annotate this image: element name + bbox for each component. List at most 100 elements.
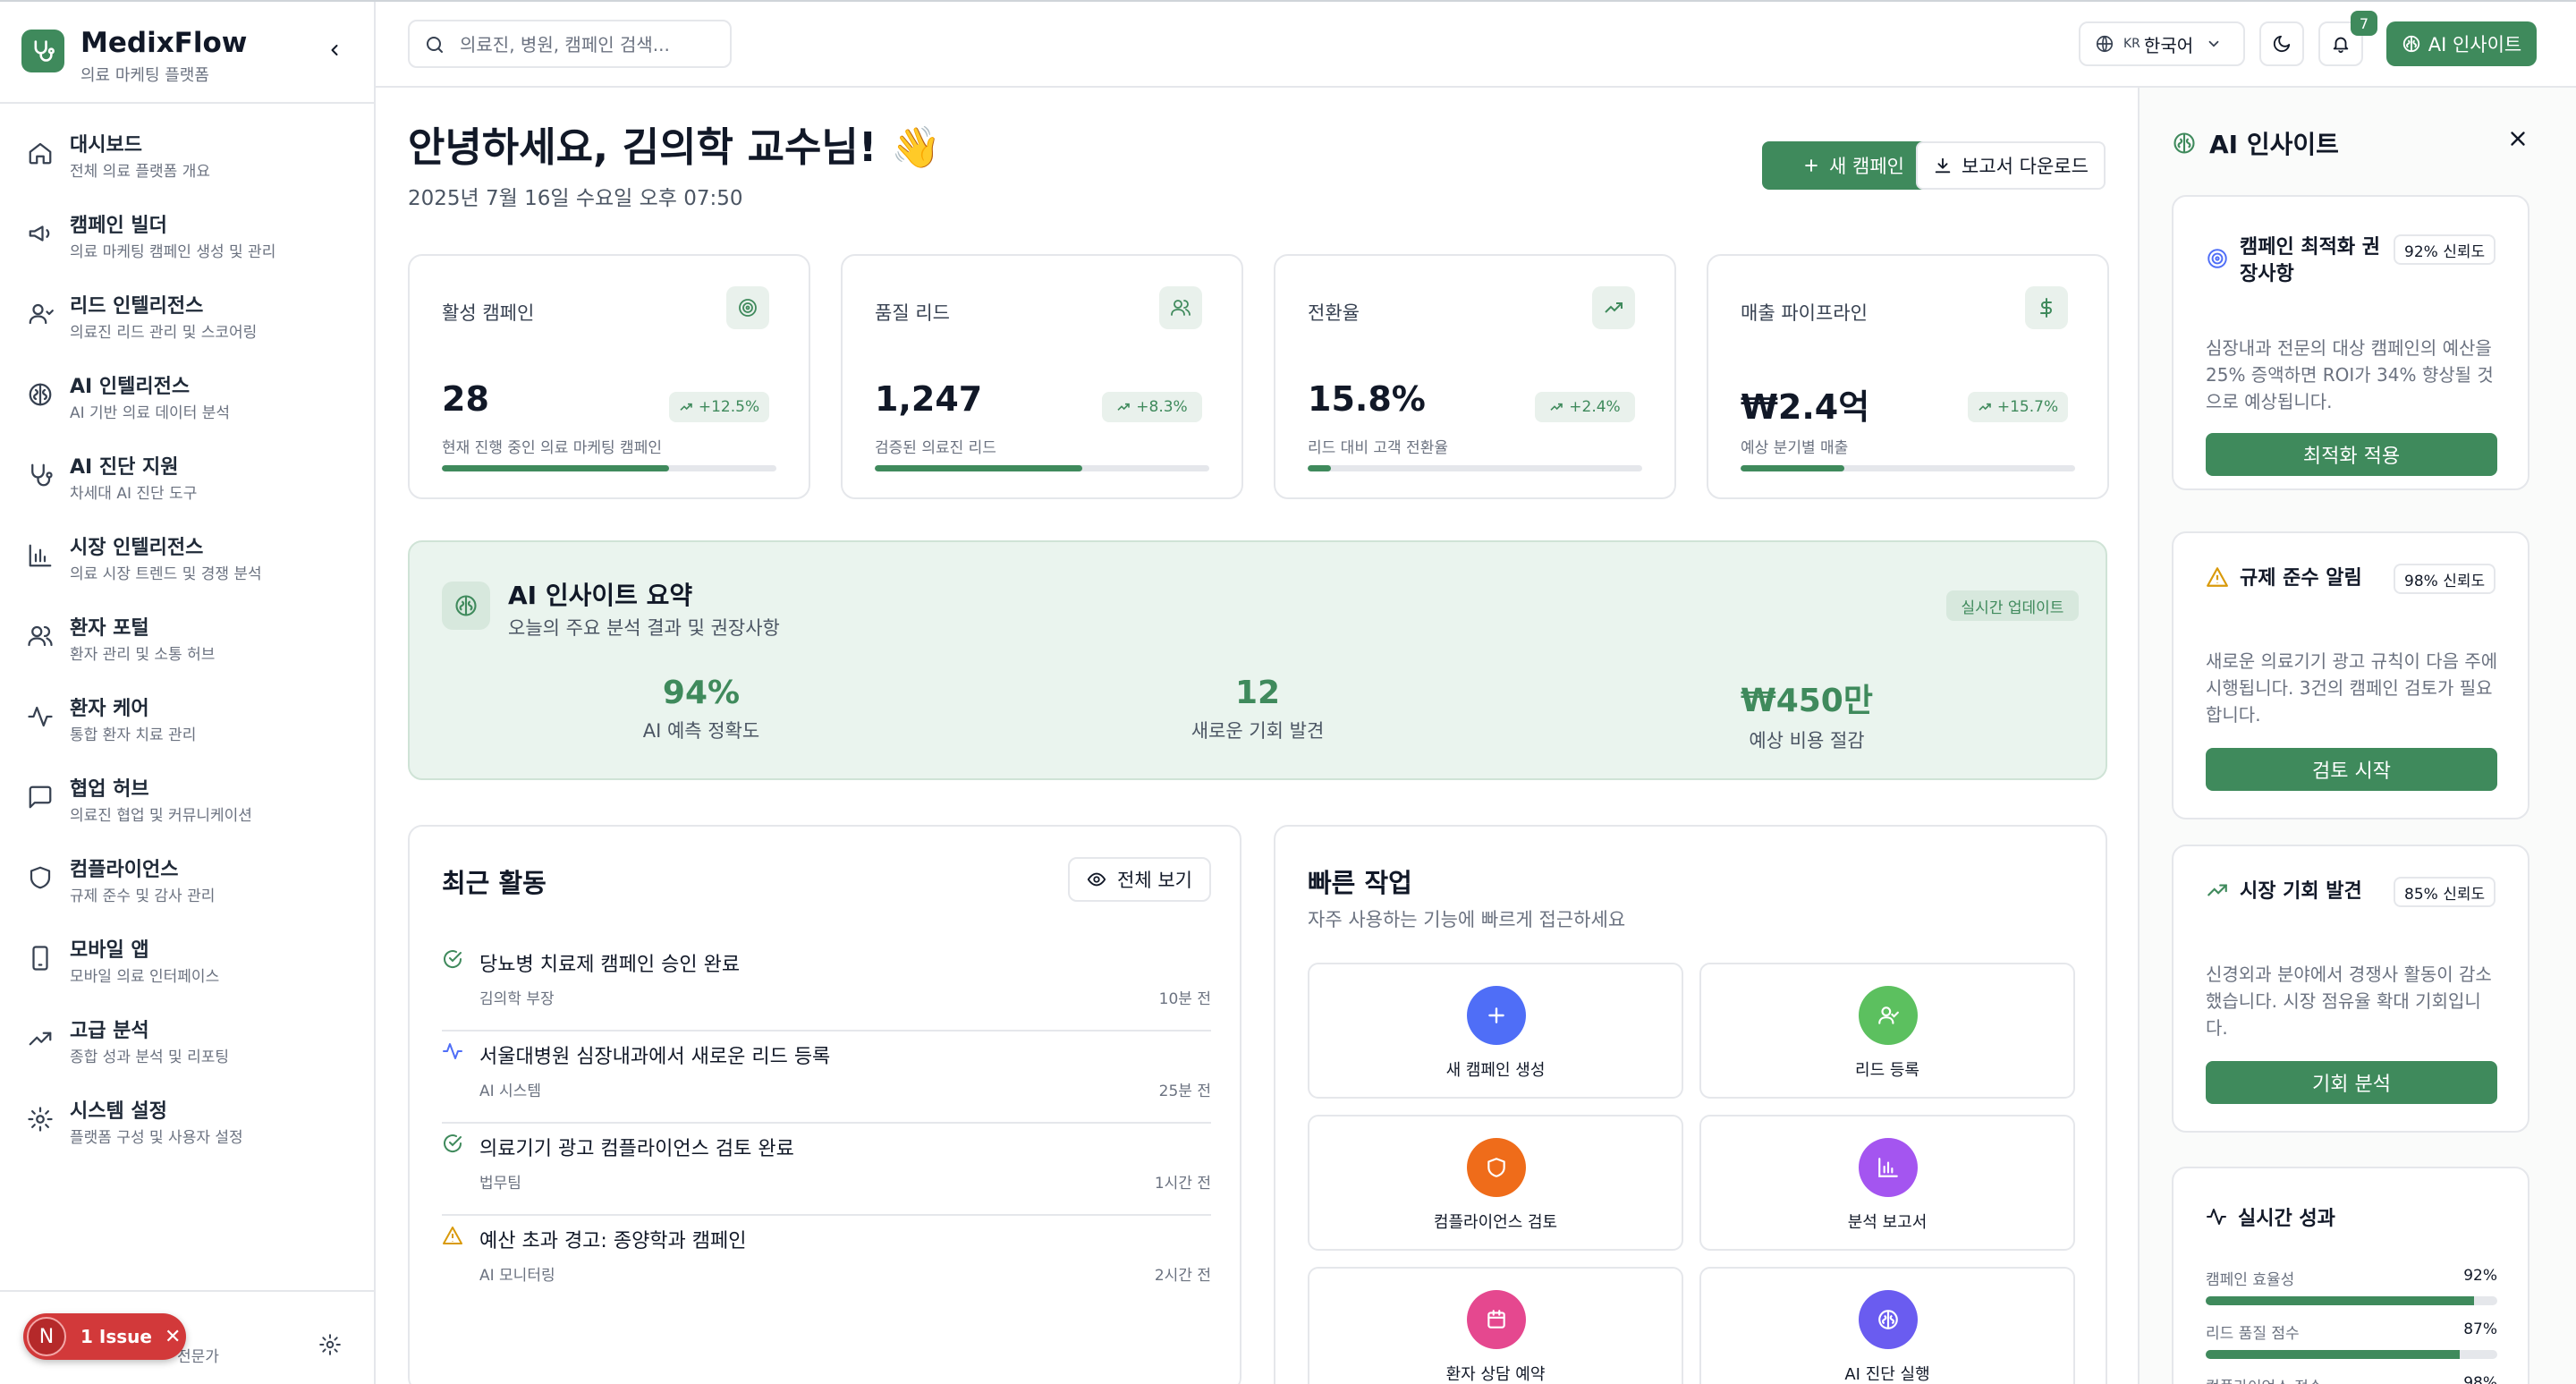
check-circle-icon: [444, 1134, 462, 1153]
ai-insights-panel: AI 인사이트 캠페인 최적화 권장사항 92% 신뢰도 심장내과 전문의 대상…: [2138, 88, 2576, 1384]
users-icon: [28, 625, 53, 647]
sidebar-item-lead-intelligence[interactable]: 리드 인텔리전스 의료진 리드 관리 및 스코어링: [0, 277, 374, 358]
search-input[interactable]: [460, 32, 719, 57]
sidebar-item-desc: 규제 준수 및 감사 관리: [70, 887, 216, 905]
sidebar-item-collaboration-hub[interactable]: 협업 허브 의료진 협업 및 커뮤니케이션: [0, 760, 374, 841]
sidebar-item-system-settings[interactable]: 시스템 설정 플랫폼 구성 및 사용자 설정: [0, 1083, 374, 1163]
performance-row: 캠페인 효율성 92%: [2206, 1267, 2497, 1305]
topbar: KR 한국어 7 AI 인사이트: [376, 2, 2576, 88]
sidebar-item-label: 리드 인텔리전스: [70, 295, 204, 318]
analyze-opportunity-button[interactable]: 기회 분석: [2206, 1061, 2497, 1104]
user-settings-button[interactable]: [318, 1333, 342, 1360]
stat-trend: +15.7%: [1968, 392, 2068, 422]
trending-up-icon: [2207, 884, 2227, 896]
sidebar-item-label: 환자 케어: [70, 698, 149, 720]
issue-toast[interactable]: N 1 Issue ✕: [23, 1313, 186, 1360]
issue-avatar: N: [27, 1317, 66, 1356]
quick-action-analytics-report[interactable]: 분석 보고서: [1699, 1115, 2075, 1251]
bell-icon: [2333, 37, 2349, 54]
sidebar-item-ai-intelligence[interactable]: AI 인텔리전스 AI 기반 의료 데이터 분석: [0, 358, 374, 438]
quick-action-book-consultation[interactable]: 환자 상담 예약: [1308, 1267, 1683, 1384]
activity-title: 의료기기 광고 컴플라이언스 검토 완료: [479, 1138, 794, 1160]
insight-card-title: 캠페인 최적화 권장사항: [2240, 236, 2380, 285]
stat-desc: 리드 대비 고객 전환율: [1308, 439, 1448, 457]
view-all-button[interactable]: 전체 보기: [1068, 857, 1211, 902]
sidebar-item-label: 시스템 설정: [70, 1100, 167, 1123]
stat-value: 15.8%: [1308, 379, 1426, 419]
insight-card-header: 규제 준수 알림: [2206, 565, 2392, 592]
theme-toggle-button[interactable]: [2259, 21, 2304, 66]
stat-progress-bar: [1308, 465, 1642, 471]
activity-time: 10분 전: [1158, 990, 1211, 1008]
performance-bar-fill: [2206, 1350, 2460, 1359]
sidebar-item-desc: 통합 환자 치료 관리: [70, 726, 197, 744]
insight-card-market-opportunity: 시장 기회 발견 85% 신뢰도 신경외과 분야에서 경쟁사 활동이 감소했습니…: [2172, 845, 2529, 1133]
trending-up-icon: [680, 403, 692, 411]
stat-value: 28: [442, 379, 489, 419]
realtime-performance-card: 실시간 성과 캠페인 효율성 92% 리드 품질 점수 87% 컴플라이언스 점…: [2172, 1167, 2529, 1384]
activity-item[interactable]: 당뇨병 치료제 캠페인 승인 완료 김의학 부장 10분 전: [442, 939, 1211, 1032]
stat-progress-fill: [1308, 465, 1332, 471]
quick-action-label: 컴플라이언스 검토: [1433, 1213, 1558, 1232]
start-review-button[interactable]: 검토 시작: [2206, 748, 2497, 791]
insight-card-header: 시장 기회 발견: [2206, 879, 2392, 905]
brand: MedixFlow 의료 마케팅 플랫폼: [0, 2, 374, 104]
quick-action-register-lead[interactable]: 리드 등록: [1699, 963, 2075, 1099]
metric-label: AI 예측 정확도: [642, 720, 760, 742]
sidebar-item-mobile-app[interactable]: 모바일 앱 모바일 의료 인터페이스: [0, 921, 374, 1002]
sidebar-item-label: 협업 허브: [70, 778, 149, 801]
activity-actor: AI 시스템: [479, 1083, 541, 1100]
sidebar-item-label: AI 인텔리전스: [70, 376, 191, 398]
sidebar-item-dashboard[interactable]: 대시보드 전체 의료 플랫폼 개요: [0, 116, 374, 197]
activity-icon: [2207, 1209, 2226, 1225]
sidebar-item-desc: 의료진 협업 및 커뮤니케이션: [70, 807, 252, 825]
collapse-sidebar-button[interactable]: [322, 38, 347, 63]
check-circle-icon: [444, 950, 462, 969]
sidebar-item-label: 고급 분석: [70, 1020, 149, 1042]
close-panel-button[interactable]: [2506, 127, 2529, 154]
quick-action-compliance-review[interactable]: 컴플라이언스 검토: [1308, 1115, 1683, 1251]
performance-row: 컴플라이언스 점수 98%: [2206, 1374, 2497, 1384]
sidebar-item-compliance[interactable]: 컴플라이언스 규제 준수 및 감사 관리: [0, 841, 374, 921]
stethoscope-icon: [31, 463, 53, 487]
activity-actor: 법무팀: [479, 1175, 521, 1193]
plus-icon: [1805, 159, 1818, 172]
language-selector[interactable]: KR 한국어: [2079, 21, 2245, 66]
target-icon: [726, 286, 769, 329]
sidebar-item-desc: 플랫폼 구성 및 사용자 설정: [70, 1129, 243, 1147]
ai-insights-button[interactable]: AI 인사이트: [2386, 21, 2537, 66]
activity-item[interactable]: 예산 초과 경고: 종양학과 캠페인 AI 모니터링 2시간 전: [442, 1216, 1211, 1308]
stat-card-revenue-pipeline: 매출 파이프라인 ₩2.4억 +15.7% 예상 분기별 매출: [1707, 254, 2109, 499]
activity-item[interactable]: 서울대병원 심장내과에서 새로운 리드 등록 AI 시스템 25분 전: [442, 1032, 1211, 1124]
activity-time: 1시간 전: [1154, 1175, 1211, 1193]
stat-value: ₩2.4억: [1741, 387, 1870, 427]
search-icon: [427, 37, 443, 53]
sidebar-item-advanced-analytics[interactable]: 고급 분석 종합 성과 분석 및 리포팅: [0, 1002, 374, 1083]
metric-label: 예상 비용 절감: [1749, 730, 1865, 751]
performance-value: 98%: [2463, 1374, 2497, 1384]
activity-title: 당뇨병 치료제 캠페인 승인 완료: [479, 954, 741, 976]
activity-icon: [443, 1043, 462, 1059]
insight-metric: 94% AI 예측 정확도: [522, 675, 880, 743]
close-issue-icon[interactable]: ✕: [165, 1326, 181, 1348]
sidebar-item-campaign-builder[interactable]: 캠페인 빌더 의료 마케팅 캠페인 생성 및 관리: [0, 197, 374, 277]
quick-action-label: 환자 상담 예약: [1445, 1365, 1546, 1384]
panel-title: AI 인사이트: [2209, 130, 2339, 159]
brain-icon: [2174, 132, 2195, 154]
sidebar-item-ai-diagnosis[interactable]: AI 진단 지원 차세대 AI 진단 도구: [0, 438, 374, 519]
trending-up-icon: [1550, 403, 1563, 411]
panel-header: AI 인사이트: [2172, 125, 2339, 161]
download-report-button[interactable]: 보고서 다운로드: [1916, 141, 2106, 190]
metric-value: 12: [1234, 675, 1281, 711]
sidebar-item-patient-portal[interactable]: 환자 포털 환자 관리 및 소통 허브: [0, 599, 374, 680]
apply-optimization-button[interactable]: 최적화 적용: [2206, 433, 2497, 476]
warning-icon: [443, 1227, 462, 1244]
activity-item[interactable]: 의료기기 광고 컴플라이언스 검토 완료 법무팀 1시간 전: [442, 1124, 1211, 1216]
sidebar-item-patient-care[interactable]: 환자 케어 통합 환자 치료 관리: [0, 680, 374, 760]
insight-card-title: 규제 준수 알림: [2240, 567, 2362, 590]
quick-action-run-ai-diagnosis[interactable]: AI 진단 실행: [1699, 1267, 2075, 1384]
sidebar-item-desc: 의료 마케팅 캠페인 생성 및 관리: [70, 243, 276, 261]
sidebar-item-market-intelligence[interactable]: 시장 인텔리전스 의료 시장 트렌드 및 경쟁 분석: [0, 519, 374, 599]
language-code: KR: [2123, 37, 2140, 51]
quick-action-new-campaign[interactable]: 새 캠페인 생성: [1308, 963, 1683, 1099]
